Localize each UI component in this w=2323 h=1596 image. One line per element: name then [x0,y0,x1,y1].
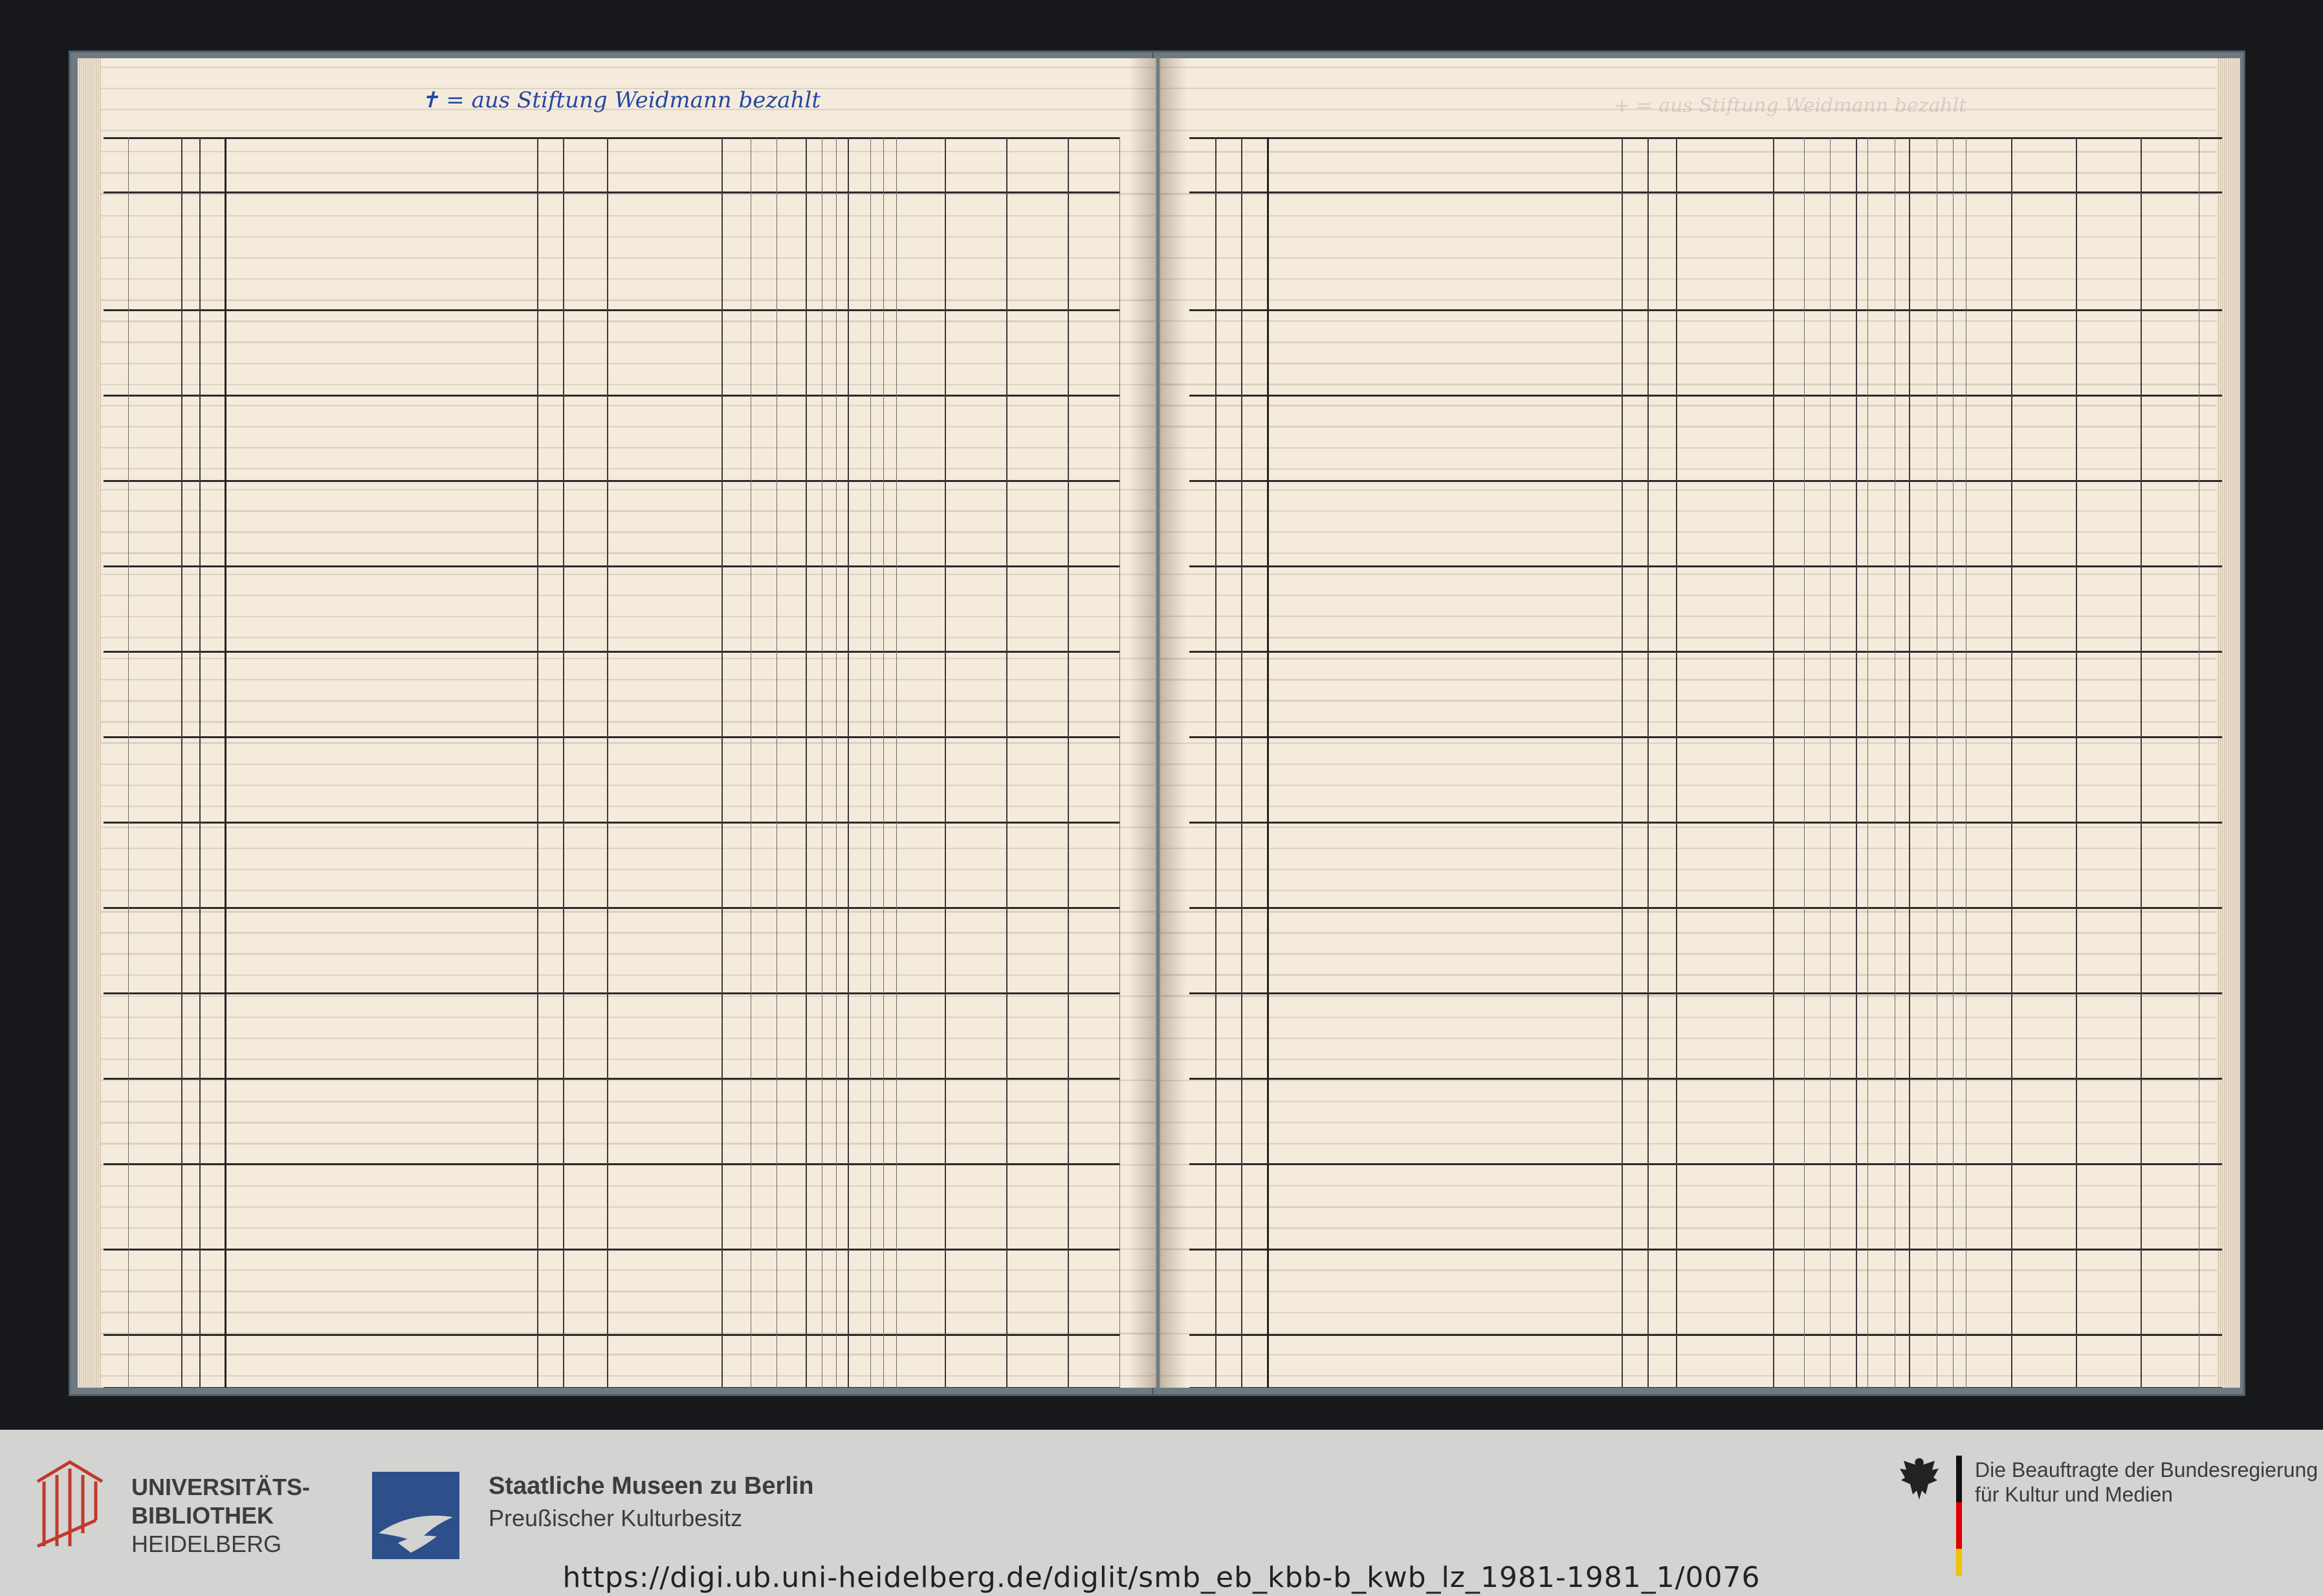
row-separator [104,1163,1119,1165]
page-edge-left [78,58,101,1388]
row-separator [104,1078,1119,1080]
column-rule [1622,137,1623,1388]
header-rule-bottom [104,191,1119,193]
federal-flag-stripe-red [1956,1502,1962,1549]
row-separator [1189,1334,2222,1336]
left-page: ✝ = aus Stiftung Weidmann bezahlt [78,58,1156,1388]
column-rule [1215,137,1217,1388]
bleed-through-text: + = aus Stiftung Weidmann bezahlt [1614,94,1967,117]
column-rule [2141,137,2142,1388]
table-bottom-rule [104,1387,1119,1388]
row-separator [1189,395,2222,397]
table-bottom-rule [1189,1387,2222,1388]
header-rule-top [104,137,1119,139]
ledger-table-right [1189,137,2222,1388]
column-rule [199,137,201,1388]
column-rule [896,137,897,1388]
column-rule [225,137,226,1388]
column-rule [2011,137,2012,1388]
row-separator [1189,565,2222,567]
column-rule [1867,137,1868,1388]
row-separator [104,651,1119,653]
row-separator [1189,907,2222,909]
ub-heidelberg-logo-icon [36,1460,104,1548]
row-separator [1189,1163,2222,1165]
row-separator [104,480,1119,482]
smb-name-line2: Preußischer Kulturbesitz [489,1505,743,1531]
column-rule [1119,137,1120,1388]
column-rule [1267,137,1269,1388]
column-rule [883,137,884,1388]
row-separator [1189,992,2222,994]
row-separator [104,992,1119,994]
column-rule [181,137,182,1388]
column-rule [1676,137,1677,1388]
column-rule [1773,137,1774,1388]
ub-name-line3: HEIDELBERG [131,1531,282,1557]
column-rule [2076,137,2077,1388]
column-rule [563,137,564,1388]
column-rule [721,137,723,1388]
row-separator [104,822,1119,824]
column-rule [1241,137,1242,1388]
column-rule [870,137,871,1388]
row-separator [1189,1249,2222,1251]
header-rule-top [1189,137,2222,139]
row-separator [1189,480,2222,482]
header-note: ✝ = aus Stiftung Weidmann bezahlt [421,87,821,113]
column-rule [1647,137,1649,1388]
column-rule [1830,137,1831,1388]
column-rule [1006,137,1007,1388]
smb-name-line1: Staatliche Museen zu Berlin [489,1472,814,1500]
row-separator [104,736,1119,738]
permalink-url[interactable]: https://digi.ub.uni-heidelberg.de/diglit… [0,1561,2323,1594]
column-rule [1856,137,1857,1388]
smb-eagle-logo-icon [372,1472,459,1559]
row-separator [104,907,1119,909]
column-rule [607,137,608,1388]
row-separator [1189,1078,2222,1080]
column-rule [1804,137,1805,1388]
column-rule [1068,137,1069,1388]
ledger-table-left [104,137,1120,1388]
bkm-name-line1: Die Beauftragte der Bundesregierung [1975,1458,2318,1481]
column-rule [1953,137,1954,1388]
federal-flag-stripe [1956,1456,1962,1502]
row-separator [104,395,1119,397]
federal-eagle-icon [1900,1458,1939,1500]
gutter-shadow-right [1161,58,1187,1388]
column-rule [128,137,129,1388]
row-separator [104,309,1119,311]
ub-name-line2: BIBLIOTHEK [131,1502,274,1529]
column-rule [776,137,777,1388]
right-page: + = aus Stiftung Weidmann bezahlt [1160,58,2240,1388]
scan-image: ✝ = aus Stiftung Weidmann bezahlt + = au… [0,0,2323,1430]
row-separator [1189,736,2222,738]
row-separator [104,1249,1119,1251]
column-rule [848,137,849,1388]
column-rule [806,137,807,1388]
ub-name-line1: UNIVERSITÄTS- [131,1474,311,1500]
row-separator [1189,309,2222,311]
row-separator [104,1334,1119,1336]
bkm-name-line2: für Kultur und Medien [1975,1483,2173,1506]
column-rule [537,137,538,1388]
row-separator [1189,822,2222,824]
row-separator [1189,651,2222,653]
header-rule-bottom [1189,191,2222,193]
row-separator [104,565,1119,567]
column-rule [1909,137,1910,1388]
column-rule [945,137,946,1388]
gutter-shadow-left [1129,58,1155,1388]
column-rule [836,137,837,1388]
